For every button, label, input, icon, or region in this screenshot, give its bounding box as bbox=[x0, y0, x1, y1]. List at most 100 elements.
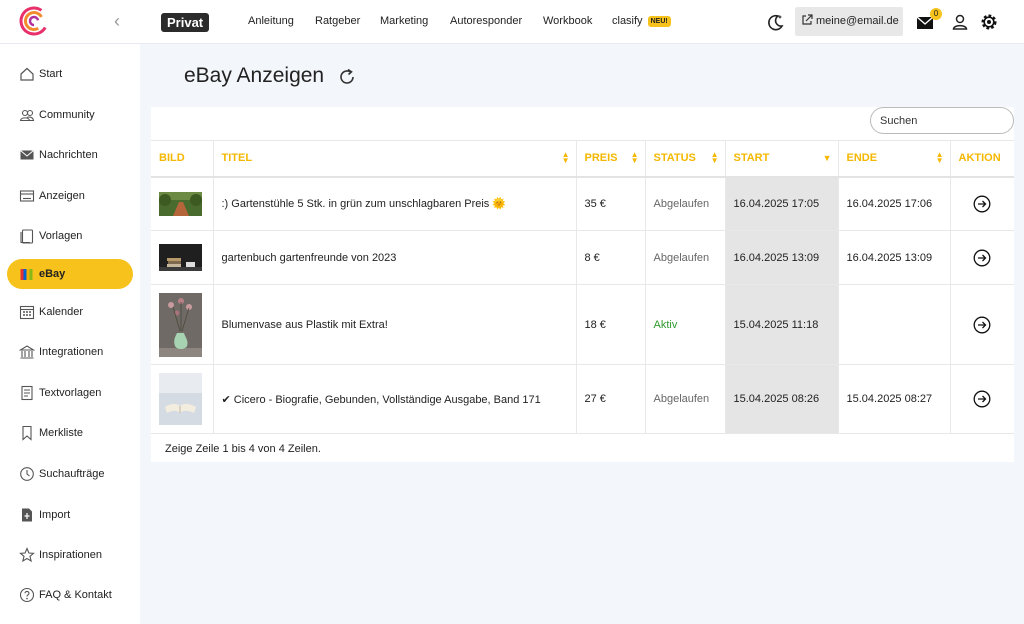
sidebar-item-label: Nachrichten bbox=[39, 149, 98, 161]
user-icon[interactable] bbox=[950, 12, 970, 32]
column-header-bild: BILD bbox=[151, 140, 214, 178]
sidebar-item-vorlagen[interactable]: Vorlagen bbox=[7, 221, 133, 251]
users-icon bbox=[19, 109, 35, 122]
nav-autoresponder[interactable]: Autoresponder bbox=[450, 15, 522, 27]
sidebar-item-label: Community bbox=[39, 109, 95, 121]
star-icon bbox=[19, 547, 35, 563]
image-cell bbox=[151, 364, 214, 434]
sidebar-item-label: Kalender bbox=[39, 306, 84, 318]
column-header-start[interactable]: START ▼ bbox=[725, 140, 839, 178]
sort-icon[interactable]: ▲ ▼ bbox=[631, 151, 639, 165]
ebay-icon bbox=[20, 269, 33, 280]
sort-icon[interactable]: ▲ ▼ bbox=[562, 151, 570, 165]
top-bar: ‹ Privat Anleitung Ratgeber Marketing Au… bbox=[0, 0, 1024, 44]
action-cell bbox=[950, 176, 1014, 231]
column-header-titel[interactable]: TITEL ▲ ▼ bbox=[213, 140, 577, 178]
column-header-status[interactable]: STATUS ▲ ▼ bbox=[645, 140, 726, 178]
sidebar-item-integrationen[interactable]: Integrationen bbox=[7, 337, 133, 367]
ebay-ads-table: BILD TITEL ▲ ▼ PREIS ▲ ▼ STATUS ▲ ▼ START ▼ END… bbox=[151, 140, 1014, 434]
sidebar-item-label: Suchaufträge bbox=[39, 468, 105, 480]
nav-clasify-label: clasify bbox=[612, 15, 643, 27]
price-cell: 18 € bbox=[576, 284, 646, 365]
open-arrow-icon[interactable] bbox=[973, 249, 991, 267]
vase-with-flowers-photo[interactable] bbox=[159, 292, 202, 357]
status-cell: Aktiv bbox=[645, 284, 726, 365]
sidebar-item-suchauftraege[interactable]: Suchaufträge bbox=[7, 459, 133, 489]
sidebar: Start Community Nachrichten Anzeigen Vor… bbox=[0, 44, 140, 624]
title-cell: ✔ Cicero - Biografie, Gebunden, Vollstän… bbox=[213, 364, 577, 434]
search-order-icon bbox=[20, 467, 34, 481]
image-cell bbox=[151, 230, 214, 285]
column-header-ende[interactable]: ENDE ▲ ▼ bbox=[838, 140, 951, 178]
action-cell bbox=[950, 230, 1014, 285]
image-cell bbox=[151, 176, 214, 231]
sort-desc-icon[interactable]: ▼ bbox=[823, 154, 832, 163]
sort-icon[interactable]: ▲ ▼ bbox=[711, 151, 719, 165]
open-arrow-icon[interactable] bbox=[973, 316, 991, 334]
sidebar-item-label: Vorlagen bbox=[39, 230, 83, 242]
start-cell: 15.04.2025 11:18 bbox=[725, 284, 839, 365]
sidebar-item-faq-kontakt[interactable]: FAQ & Kontakt bbox=[7, 580, 133, 610]
template-icon bbox=[20, 229, 34, 244]
table-header-row: BILD TITEL ▲ ▼ PREIS ▲ ▼ STATUS ▲ ▼ START ▼ END… bbox=[151, 140, 1014, 178]
app-logo[interactable] bbox=[18, 5, 50, 37]
title-cell: :) Gartenstühle 5 Stk. in grün zum unsch… bbox=[213, 176, 577, 231]
table-row: gartenbuch gartenfreunde von 2023 8 € Ab… bbox=[151, 230, 1014, 285]
start-cell: 16.04.2025 13:09 bbox=[725, 230, 839, 285]
price-cell: 27 € bbox=[576, 364, 646, 434]
sidebar-item-kalender[interactable]: Kalender bbox=[7, 297, 133, 327]
sidebar-item-label: eBay bbox=[39, 268, 66, 280]
sidebar-item-label: Import bbox=[39, 509, 71, 521]
price-cell: 8 € bbox=[576, 230, 646, 285]
end-cell: 15.04.2025 08:27 bbox=[838, 364, 951, 434]
column-header-label: TITEL bbox=[221, 152, 253, 165]
mail-icon bbox=[20, 150, 34, 160]
search-input[interactable] bbox=[870, 107, 1014, 134]
open-arrow-icon[interactable] bbox=[973, 390, 991, 408]
sidebar-item-label: Merkliste bbox=[39, 427, 84, 439]
sidebar-item-inspirationen[interactable]: Inspirationen bbox=[7, 540, 133, 570]
end-cell: 16.04.2025 17:06 bbox=[838, 176, 951, 231]
new-badge: NEU! bbox=[647, 16, 671, 27]
title-cell: gartenbuch gartenfreunde von 2023 bbox=[213, 230, 577, 285]
sidebar-item-anzeigen[interactable]: Anzeigen bbox=[7, 181, 133, 211]
nav-clasify[interactable]: clasify NEU! bbox=[612, 15, 671, 27]
sort-icon[interactable]: ▲ ▼ bbox=[936, 151, 944, 165]
column-header-preis[interactable]: PREIS ▲ ▼ bbox=[576, 140, 646, 178]
home-icon bbox=[20, 67, 34, 81]
sidebar-item-ebay[interactable]: eBay bbox=[7, 259, 133, 289]
open-book-photo[interactable] bbox=[159, 373, 202, 425]
books-on-table-photo[interactable] bbox=[159, 244, 202, 271]
sidebar-item-label: Anzeigen bbox=[39, 190, 85, 202]
nav-marketing[interactable]: Marketing bbox=[380, 15, 428, 27]
dark-mode-icon[interactable] bbox=[766, 12, 786, 32]
garden-path-photo[interactable] bbox=[159, 191, 202, 216]
sidebar-item-label: Inspirationen bbox=[39, 549, 102, 561]
action-cell bbox=[950, 284, 1014, 365]
table-row: ✔ Cicero - Biografie, Gebunden, Vollstän… bbox=[151, 364, 1014, 434]
refresh-icon[interactable] bbox=[338, 68, 356, 86]
settings-gear-icon[interactable] bbox=[979, 12, 999, 32]
page-title: eBay Anzeigen bbox=[184, 64, 325, 87]
start-cell: 16.04.2025 17:05 bbox=[725, 176, 839, 231]
nav-ratgeber[interactable]: Ratgeber bbox=[315, 15, 360, 27]
column-header-label: START bbox=[733, 152, 770, 165]
sidebar-item-nachrichten[interactable]: Nachrichten bbox=[7, 140, 133, 170]
calendar-icon bbox=[19, 305, 35, 320]
nav-workbook[interactable]: Workbook bbox=[543, 15, 592, 27]
sidebar-item-textvorlagen[interactable]: Textvorlagen bbox=[7, 378, 133, 408]
column-header-label: ENDE bbox=[846, 152, 878, 165]
email-link[interactable]: meine@email.de bbox=[795, 7, 903, 36]
ads-icon bbox=[19, 190, 35, 202]
sidebar-item-import[interactable]: Import bbox=[7, 500, 133, 530]
table-row: Blumenvase aus Plastik mit Extra! 18 € A… bbox=[151, 284, 1014, 365]
table-row: :) Gartenstühle 5 Stk. in grün zum unsch… bbox=[151, 176, 1014, 231]
sidebar-item-start[interactable]: Start bbox=[7, 59, 133, 89]
open-arrow-icon[interactable] bbox=[973, 195, 991, 213]
collapse-sidebar-icon[interactable]: ‹ bbox=[114, 11, 120, 31]
external-link-icon bbox=[802, 14, 813, 25]
sidebar-item-merkliste[interactable]: Merkliste bbox=[7, 418, 133, 448]
status-cell: Abgelaufen bbox=[645, 230, 726, 285]
nav-anleitung[interactable]: Anleitung bbox=[248, 15, 294, 27]
sidebar-item-community[interactable]: Community bbox=[7, 100, 133, 130]
